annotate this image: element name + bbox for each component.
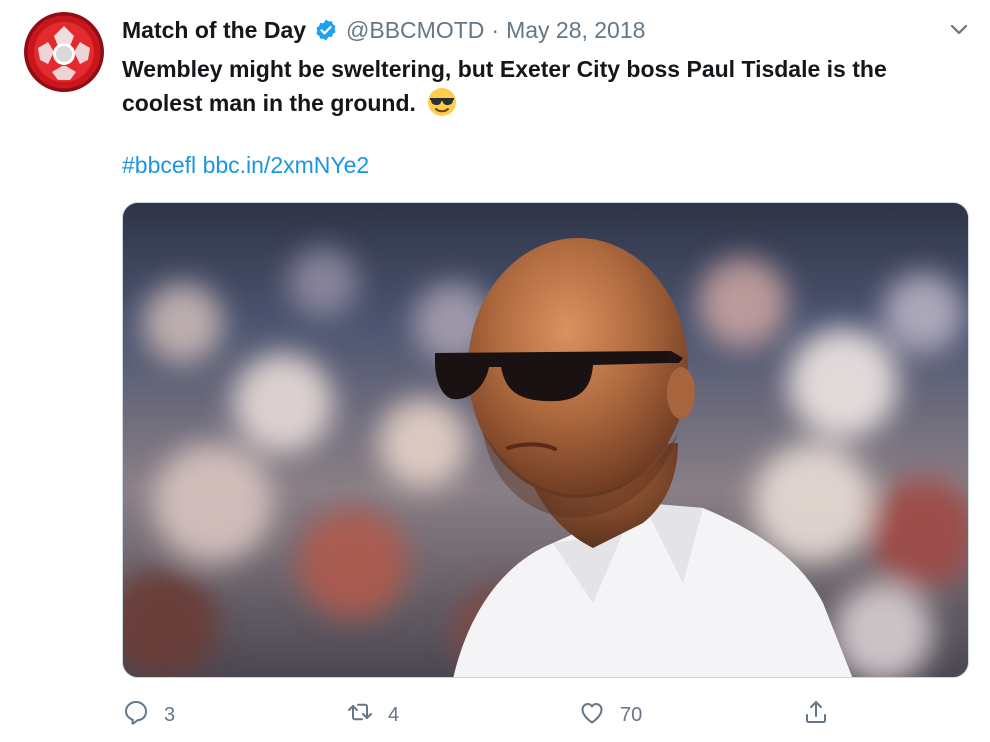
tweet-actions: 3 4 70: [0, 690, 990, 736]
tweet-date[interactable]: May 28, 2018: [506, 17, 645, 44]
tweet-header: Match of the Day @BBCMOTD · May 28, 2018: [122, 14, 645, 46]
like-button[interactable]: 70: [578, 698, 642, 732]
smiling-face-with-sunglasses-icon: [426, 86, 458, 118]
tweet-card[interactable]: Match of the Day @BBCMOTD · May 28, 2018…: [0, 0, 990, 742]
reply-button[interactable]: 3: [122, 698, 175, 732]
reply-count: 3: [164, 703, 176, 726]
url-link[interactable]: bbc.in/2xmNYe2: [203, 152, 370, 178]
tweet-text-body: Wembley might be sweltering, but Exeter …: [122, 56, 887, 116]
heart-icon: [578, 698, 606, 732]
share-icon: [802, 698, 830, 732]
retweet-count: 4: [388, 703, 400, 726]
hashtag-link[interactable]: #bbcefl: [122, 152, 196, 178]
retweet-button[interactable]: 4: [346, 698, 399, 732]
avatar[interactable]: [24, 12, 104, 92]
separator-dot: ·: [491, 16, 500, 43]
share-button[interactable]: [802, 698, 830, 732]
reply-icon: [122, 698, 150, 732]
bbc-motd-logo-icon: [24, 12, 104, 92]
chevron-down-icon[interactable]: [948, 18, 970, 40]
display-name[interactable]: Match of the Day: [122, 17, 306, 44]
retweet-icon: [346, 698, 374, 732]
photo-image: [123, 203, 968, 677]
like-count: 70: [620, 703, 643, 726]
user-handle[interactable]: @BBCMOTD: [346, 17, 484, 44]
verified-badge-icon: [314, 18, 338, 42]
tweet-text: Wembley might be sweltering, but Exeter …: [122, 52, 972, 120]
tweet-links: #bbcefl bbc.in/2xmNYe2: [122, 152, 369, 179]
tweet-photo[interactable]: [122, 202, 969, 678]
